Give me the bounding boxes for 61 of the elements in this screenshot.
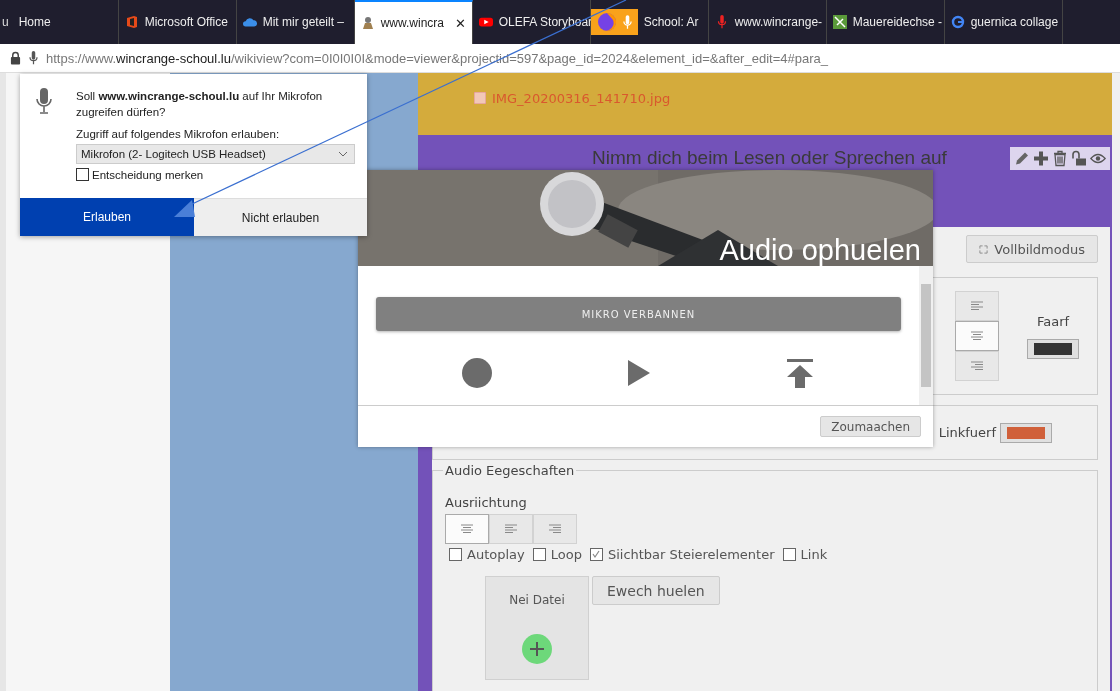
text-align-icon	[970, 331, 984, 341]
cloud-icon	[242, 15, 257, 29]
unlock-icon[interactable]	[1071, 150, 1087, 167]
video-icon	[478, 15, 493, 29]
triangle-icon	[174, 200, 195, 217]
close-tab-button[interactable]: ✕	[454, 15, 466, 31]
lizard-icon	[832, 15, 847, 29]
browser-tab[interactable]: www.wincra ✕	[354, 0, 473, 44]
trash-icon[interactable]	[1052, 150, 1068, 167]
allow-button[interactable]: Erlauben	[20, 198, 194, 236]
sharing-indicator-icon	[590, 9, 638, 35]
remove-button[interactable]: Ewech huelen	[592, 576, 720, 605]
microphone-icon	[36, 88, 52, 114]
option-checkbox[interactable]: Siichtbar Steierelementer	[589, 547, 775, 562]
chevron-icon	[338, 151, 348, 157]
remember-checkbox[interactable]: Entscheidung merken	[76, 168, 355, 181]
lock-icon	[10, 51, 21, 65]
g-logo-icon	[950, 15, 965, 29]
dialog-title: Audio ophuelen	[719, 234, 921, 266]
microphone-icon[interactable]	[28, 51, 39, 65]
figure-icon	[360, 16, 375, 30]
device-select[interactable]: Mikrofon (2- Logitech USB Headset)	[76, 144, 355, 164]
expand-icon	[979, 244, 989, 254]
record-icon[interactable]	[460, 357, 493, 389]
device-label: Zugriff auf folgendes Mikrofon erlauben:	[76, 128, 281, 140]
add-icon[interactable]	[521, 633, 553, 665]
color-label: Faarf	[1036, 313, 1070, 329]
close-button[interactable]: Zoumaachen	[820, 416, 921, 437]
pencil-icon[interactable]	[1014, 150, 1030, 167]
text-align-icon	[970, 361, 984, 371]
alignment-label: Ausriichtung	[445, 495, 527, 510]
browser-tab[interactable]: Mit mir geteilt –	[236, 0, 355, 44]
text-align-icon	[970, 301, 984, 311]
connect-microphone-button[interactable]: MIKRO VERBANNEN	[376, 297, 901, 331]
browser-tab[interactable]: guernica collage	[944, 0, 1063, 44]
browser-tab[interactable]: Mauereidechse -	[826, 0, 945, 44]
deny-button[interactable]: Nicht erlauben	[194, 198, 367, 236]
fullscreen-button[interactable]: Vollbildmodus	[966, 235, 1098, 263]
group-legend: Audio Eegeschaften	[443, 463, 577, 478]
plus-icon[interactable]	[1033, 150, 1049, 167]
office-icon	[124, 15, 139, 29]
option-checkbox[interactable]: Autoplay	[449, 547, 525, 562]
permission-question: Soll www.wincrange-schoul.lu auf Ihr Mikrofon zugreifen dürfen?	[76, 89, 324, 120]
color-picker[interactable]	[1027, 338, 1079, 359]
browser-tab[interactable]: Microsoft Office	[118, 0, 237, 44]
option-checkbox[interactable]: Loop	[532, 547, 582, 562]
new-file-label: Nei Datei	[509, 593, 565, 609]
new-file-card[interactable]: Nei Datei	[485, 576, 589, 680]
tab-title: u	[1, 14, 10, 31]
image-file-icon	[474, 92, 486, 104]
color-picker[interactable]	[1000, 422, 1052, 443]
browser-tab[interactable]: Home	[12, 0, 119, 44]
browser-tab[interactable]: School: Ar	[590, 0, 709, 44]
checkmark-icon	[590, 549, 601, 559]
text-align-icon	[460, 524, 474, 534]
text-align-icon	[548, 524, 562, 534]
link-color-label: Linkfuerf	[938, 425, 996, 440]
browser-tab[interactable]: www.wincrange-	[708, 0, 827, 44]
section-title: Nimm dich beim Lesen oder Sprechen auf	[592, 147, 947, 169]
text-align-icon	[504, 524, 518, 534]
option-checkbox[interactable]: Link	[782, 547, 828, 562]
